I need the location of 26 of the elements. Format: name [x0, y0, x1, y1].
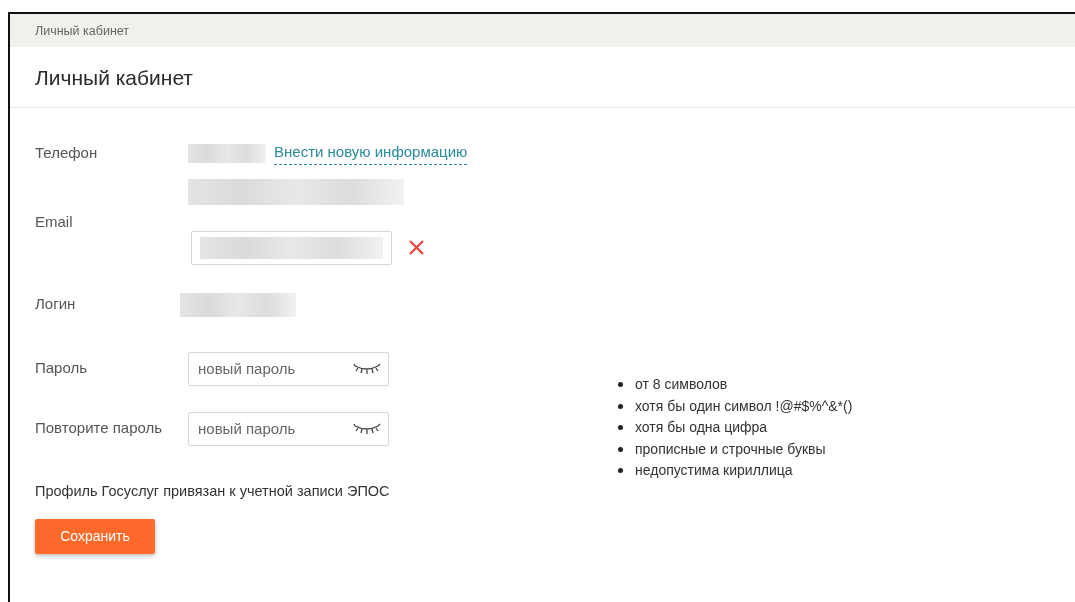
field-label: Email — [35, 211, 74, 232]
password-rule: недопустима кириллица — [635, 461, 793, 480]
bullet-dot — [618, 468, 623, 474]
password-rule: прописные и строчные буквы — [635, 439, 826, 459]
password-field[interactable]: новый пароль — [188, 351, 389, 386]
eye-closed-icon[interactable] — [353, 422, 381, 435]
password-rule: хотя бы одна цифра — [635, 418, 768, 437]
profile-note: Профиль Госуслуг привязан к учетной записи ЭПОС — [35, 481, 390, 501]
save-button[interactable]: Сохранить — [35, 519, 155, 555]
field-label: Телефон — [35, 142, 99, 163]
bullet-dot — [618, 446, 623, 452]
email-field[interactable] — [191, 230, 392, 265]
bullet-dot — [618, 403, 623, 409]
field-label: Логин — [35, 294, 77, 315]
password-rule: от 8 символов — [635, 375, 728, 394]
field-label: Повторите пароль — [35, 418, 164, 439]
bullet-dot — [618, 382, 623, 388]
edit-link[interactable]: Внести новую информацию — [274, 141, 468, 165]
close-icon[interactable] — [408, 239, 425, 256]
page-title: Личный кабинет — [35, 66, 193, 89]
bullet-dot — [618, 425, 623, 431]
password-field[interactable]: новый пароль — [188, 411, 389, 446]
password-rule: хотя бы один символ !@#$%^&*() — [635, 396, 853, 416]
field-label: Пароль — [35, 358, 89, 379]
breadcrumb[interactable]: Личный кабинет — [35, 24, 130, 38]
eye-closed-icon[interactable] — [353, 362, 381, 375]
